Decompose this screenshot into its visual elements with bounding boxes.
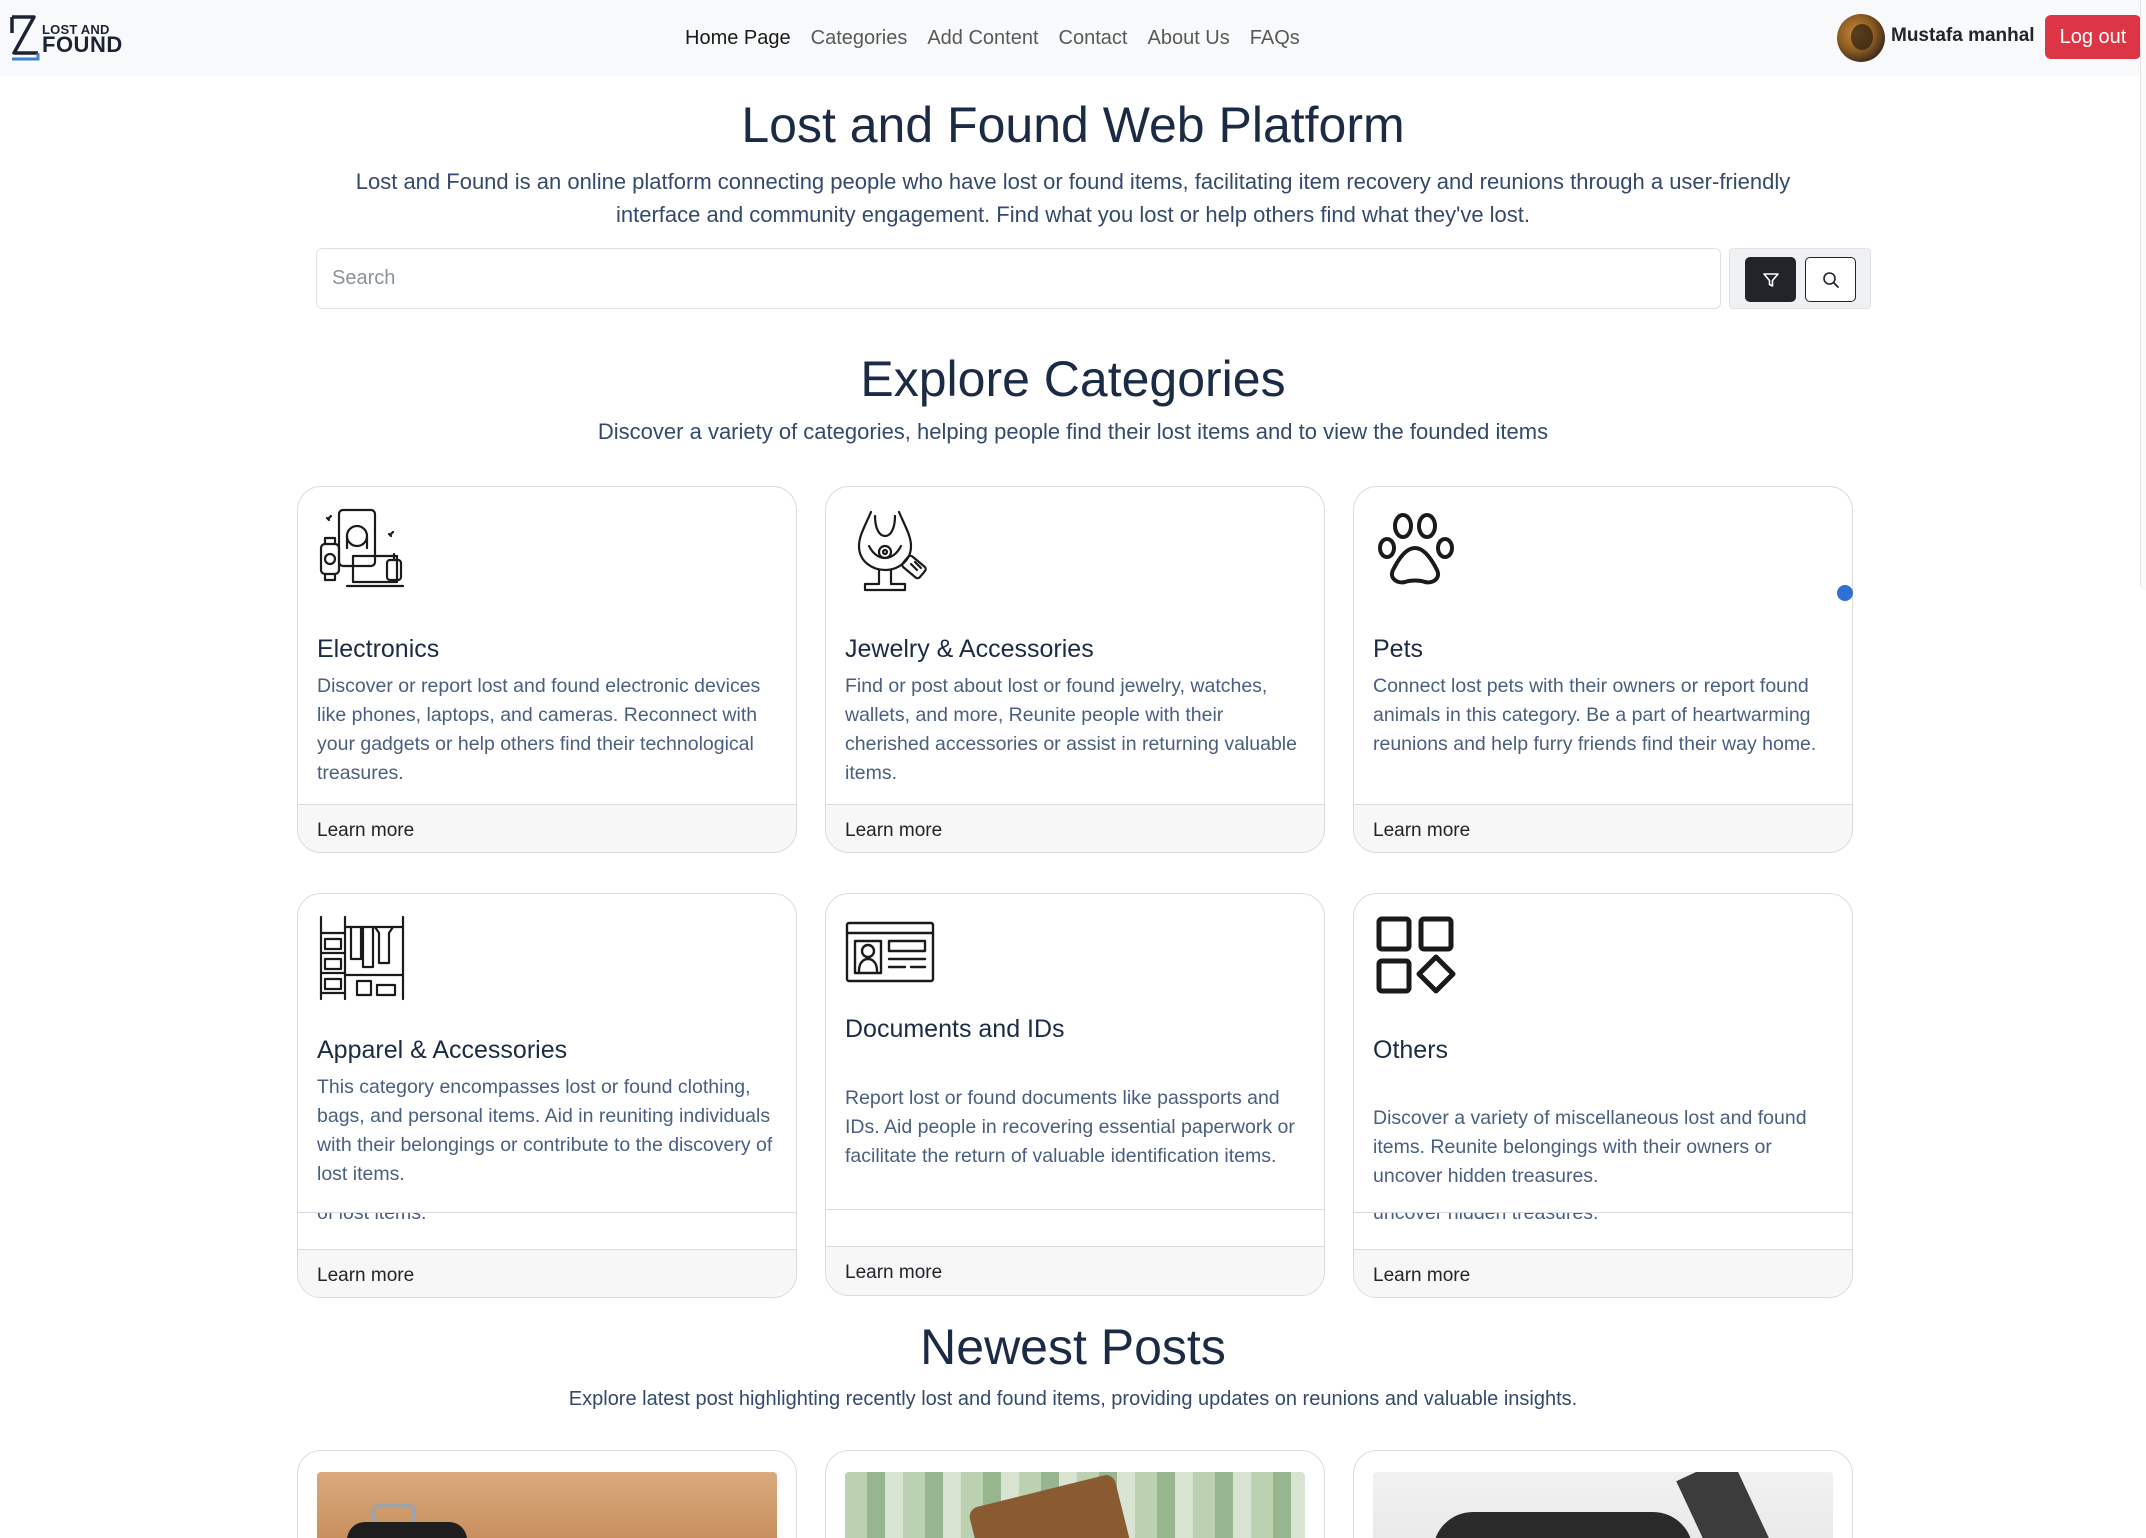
card-title: Pets — [1373, 635, 1424, 663]
card-title: Apparel & Accessories — [317, 1036, 568, 1064]
card-text: Discover a variety of miscellaneous lost… — [1373, 1107, 1807, 1187]
nav-link-contact[interactable]: Contact — [1059, 27, 1128, 50]
category-card-pets[interactable]: Pets Connect lost pets with their owners… — [1353, 486, 1853, 853]
card-overflow-text: of lost items. — [298, 1212, 796, 1250]
card-footer: Learn more — [1354, 804, 1852, 852]
card-title: Electronics — [317, 635, 440, 663]
search-icon — [1822, 271, 1839, 288]
card-title: Documents and IDs — [845, 1015, 1065, 1043]
card-footer: Learn more — [826, 804, 1324, 852]
post-image[interactable] — [1373, 1472, 1833, 1538]
post-image[interactable] — [845, 1472, 1305, 1538]
scroll-indicator-dot — [1837, 585, 1853, 601]
card-overflow-text: uncover hidden treasures. — [1354, 1212, 1852, 1250]
card-text: Discover or report lost and found electr… — [317, 675, 761, 784]
overflow-text: uncover hidden treasures. — [1373, 1212, 1599, 1224]
filter-button[interactable] — [1745, 257, 1796, 302]
card-footer: Learn more — [826, 1246, 1324, 1295]
post-image[interactable] — [317, 1472, 777, 1538]
nav-link-home[interactable]: Home Page — [685, 27, 791, 50]
post-card[interactable] — [1353, 1450, 1853, 1538]
logo-text-bottom: FOUND — [42, 32, 123, 57]
card-footer: Learn more — [298, 804, 796, 852]
category-card-others[interactable]: Others Discover a variety of miscellaneo… — [1353, 893, 1853, 1298]
user-name[interactable]: Mustafa manhal — [1891, 25, 2035, 47]
card-footer: Learn more — [298, 1249, 796, 1297]
card-title: Jewelry & Accessories — [845, 635, 1094, 663]
page-title: Lost and Found Web Platform — [741, 97, 1405, 153]
posts-heading: Newest Posts — [920, 1319, 1226, 1375]
scrollbar[interactable] — [2140, 0, 2146, 590]
nav-link-add-content[interactable]: Add Content — [927, 27, 1038, 50]
card-overflow-area — [826, 1209, 1324, 1247]
navbar: LOST AND FOUND Home Page Categories Add … — [0, 0, 2146, 76]
paw-icon — [1378, 513, 1454, 585]
category-card-apparel[interactable]: Apparel & Accessories This category enco… — [297, 893, 797, 1298]
card-text: This category encompasses lost or found … — [317, 1076, 773, 1185]
site-logo[interactable]: LOST AND FOUND — [8, 13, 122, 61]
main-nav: Home Page Categories Add Content Contact… — [685, 0, 1320, 76]
user-avatar[interactable] — [1837, 14, 1885, 62]
search-button[interactable] — [1805, 257, 1856, 302]
page-description: Lost and Found is an online platform con… — [355, 169, 1791, 227]
card-text: Find or post about lost or found jewelry… — [845, 675, 1297, 784]
card-footer: Learn more — [1354, 1249, 1852, 1297]
learn-more-link[interactable]: Learn more — [317, 820, 414, 842]
nav-link-categories[interactable]: Categories — [811, 27, 908, 50]
post-card[interactable] — [825, 1450, 1325, 1538]
post-card[interactable] — [297, 1450, 797, 1538]
nav-link-about-us[interactable]: About Us — [1147, 27, 1229, 50]
categories-heading: Explore Categories — [860, 351, 1286, 407]
apps-icon — [1376, 916, 1456, 994]
learn-more-link[interactable]: Learn more — [845, 820, 942, 842]
logo-mark-icon — [10, 15, 40, 61]
electronics-icon — [319, 508, 405, 588]
card-text: Report lost or found documents like pass… — [845, 1087, 1295, 1167]
filter-icon — [1762, 272, 1779, 287]
learn-more-link[interactable]: Learn more — [317, 1265, 414, 1287]
overflow-text: of lost items. — [317, 1212, 427, 1224]
wardrobe-icon — [319, 915, 405, 1001]
search-button-group — [1729, 248, 1871, 309]
learn-more-link[interactable]: Learn more — [845, 1262, 942, 1284]
category-card-jewelry[interactable]: Jewelry & Accessories Find or post about… — [825, 486, 1325, 853]
learn-more-link[interactable]: Learn more — [1373, 1265, 1470, 1287]
card-text: Connect lost pets with their owners or r… — [1373, 675, 1817, 755]
learn-more-link[interactable]: Learn more — [1373, 820, 1470, 842]
nav-link-faqs[interactable]: FAQs — [1250, 27, 1300, 50]
card-title: Others — [1373, 1036, 1449, 1064]
category-card-electronics[interactable]: Electronics Discover or report lost and … — [297, 486, 797, 853]
logout-button[interactable]: Log out — [2045, 15, 2141, 59]
posts-description: Explore latest post highlighting recentl… — [568, 1388, 1578, 1410]
search-input[interactable] — [316, 248, 1721, 309]
category-card-documents[interactable]: Documents and IDs Report lost or found d… — [825, 893, 1325, 1296]
categories-description: Discover a variety of categories, helpin… — [597, 419, 1549, 444]
id-card-icon — [845, 921, 935, 983]
jewelry-icon — [857, 510, 927, 592]
